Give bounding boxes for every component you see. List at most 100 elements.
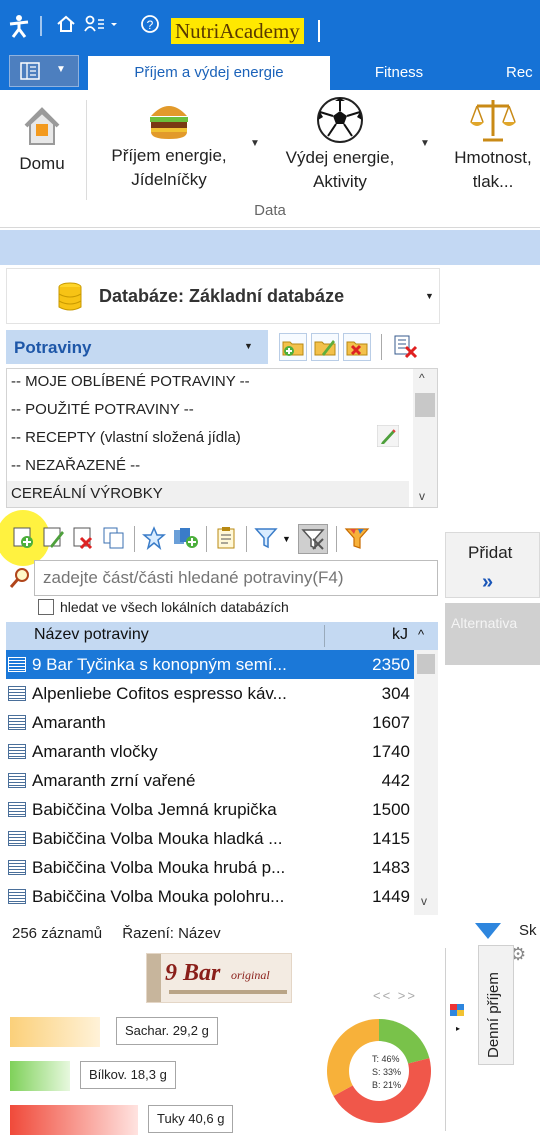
category-scrollbar[interactable]: ^ v xyxy=(413,369,437,507)
alternatives-label: Alternativa xyxy=(451,615,518,631)
table-scrollbar[interactable]: v xyxy=(414,650,438,915)
food-kj: 1500 xyxy=(372,800,410,819)
table-row[interactable]: Babiččina Volba Mouka hladká ... 1415 xyxy=(6,824,414,853)
table-row[interactable]: Amaranth vločky 1740 xyxy=(6,737,414,766)
product-sub: original xyxy=(231,968,270,982)
category-item[interactable]: -- MOJE OBLÍBENÉ POTRAVINY -- xyxy=(11,373,250,390)
favorite-star-icon[interactable] xyxy=(141,526,167,555)
food-search-input[interactable] xyxy=(35,561,437,595)
search-all-checkbox[interactable] xyxy=(38,599,54,615)
add-food-icon[interactable] xyxy=(12,526,36,555)
food-item-icon xyxy=(8,773,26,788)
output-button[interactable]: Výdej energie, Aktivity xyxy=(268,90,412,194)
record-count: 256 záznamů xyxy=(12,925,103,942)
category-item[interactable]: -- POUŽITÉ POTRAVINY -- xyxy=(11,401,194,418)
category-item[interactable]: -- NEZAŘAZENÉ -- xyxy=(11,457,140,474)
food-kj: 442 xyxy=(381,771,410,790)
add-label: Přidat xyxy=(468,543,513,562)
table-row[interactable]: 9 Bar Tyčinka s konopným semí... 2350 xyxy=(6,650,414,679)
scroll-up-icon[interactable]: ^ xyxy=(418,627,424,642)
food-search-box[interactable] xyxy=(34,560,438,596)
product-image-edge xyxy=(147,954,161,1002)
panel-layout-icon xyxy=(20,62,40,83)
color-filter-icon[interactable] xyxy=(344,526,370,557)
scroll-down-icon[interactable]: v xyxy=(421,894,427,908)
user-menu-icon[interactable] xyxy=(84,14,120,39)
arrow-down-icon[interactable] xyxy=(473,921,503,946)
donut-label-t: T: 46% xyxy=(372,1054,400,1064)
folder-edit-icon xyxy=(314,340,336,356)
food-name: Amaranth zrní vařené xyxy=(32,771,196,790)
image-pager[interactable]: << >> xyxy=(373,988,417,1003)
intake-dropdown-icon[interactable]: ▼ xyxy=(250,138,260,149)
intake-button[interactable]: Příjem energie, Jídelníčky xyxy=(96,90,242,192)
column-divider[interactable] xyxy=(324,625,325,647)
home-icon[interactable] xyxy=(56,14,76,39)
daily-intake-tab[interactable]: Denní příjem xyxy=(478,945,514,1065)
scroll-down-icon[interactable]: v xyxy=(419,489,425,503)
output-label-2: Aktivity xyxy=(313,172,367,191)
table-row[interactable]: Amaranth zrní vařené 442 xyxy=(6,766,414,795)
remove-button[interactable] xyxy=(392,333,420,361)
table-row[interactable]: Babiččina Volba Mouka polohru... 1449 xyxy=(6,882,414,911)
weight-label-1: Hmotnost, xyxy=(454,148,532,167)
edit-folder-button[interactable] xyxy=(311,333,339,361)
alternatives-button[interactable]: Alternativa xyxy=(445,603,540,665)
table-row[interactable]: Babiččina Volba Jemná krupička 1500 xyxy=(6,795,414,824)
tab-energy[interactable]: Příjem a výdej energie xyxy=(88,56,330,90)
toolbar-separator xyxy=(381,334,382,360)
add-folder-button[interactable] xyxy=(279,333,307,361)
clear-filter-icon[interactable] xyxy=(298,524,328,554)
category-list: -- MOJE OBLÍBENÉ POTRAVINY -- -- POUŽITÉ… xyxy=(6,368,438,508)
food-name: Amaranth vločky xyxy=(32,742,158,761)
ribbon: Domu Příjem energie, Jídelníčky ▼ Výdej … xyxy=(0,90,540,228)
table-row[interactable]: Alpenliebe Cofitos espresso káv... 304 xyxy=(6,679,414,708)
add-button[interactable]: Přidat » xyxy=(445,532,540,598)
tab-rec[interactable]: Rec xyxy=(506,56,540,90)
food-table: 9 Bar Tyčinka s konopným semí... 2350 Al… xyxy=(6,650,438,915)
scales-icon xyxy=(469,96,517,144)
edit-food-icon[interactable] xyxy=(42,526,66,555)
chevron-down-icon: ▼ xyxy=(244,341,253,351)
chevron-down-icon[interactable]: ▼ xyxy=(282,534,291,544)
product-image-stripe xyxy=(169,990,287,994)
home-button[interactable]: Domu xyxy=(6,90,78,176)
person-logo-icon xyxy=(8,14,30,43)
pencil-icon[interactable] xyxy=(376,424,400,452)
scroll-thumb[interactable] xyxy=(415,393,435,417)
recipe-add-icon[interactable] xyxy=(172,526,200,555)
output-dropdown-icon[interactable]: ▼ xyxy=(420,138,430,149)
table-row[interactable]: Babiččina Volba Mouka hrubá p... 1483 xyxy=(6,853,414,882)
category-item[interactable]: CEREÁLNÍ VÝROBKY xyxy=(11,485,163,502)
weight-button[interactable]: Hmotnost, tlak... xyxy=(440,90,540,194)
help-icon[interactable]: ? xyxy=(140,14,160,39)
home-label: Domu xyxy=(19,154,65,173)
food-kj: 304 xyxy=(381,684,410,703)
title-bar: ? NutriAcademy xyxy=(0,0,540,52)
chevron-right-icon[interactable]: ▸ xyxy=(456,1024,460,1033)
delete-food-icon[interactable] xyxy=(72,526,96,555)
chart-flag-icon[interactable] xyxy=(450,1004,470,1023)
category-dropdown[interactable]: Potraviny ▼ xyxy=(6,330,268,364)
delete-folder-button[interactable] xyxy=(343,333,371,361)
copy-food-icon[interactable] xyxy=(102,526,126,555)
food-kj: 1483 xyxy=(372,858,410,877)
category-item[interactable]: -- RECEPTY (vlastní složená jídla) xyxy=(11,429,241,446)
app-menu-button[interactable]: ▼ xyxy=(9,55,79,87)
chevron-down-icon: ▼ xyxy=(425,291,434,301)
column-header-name[interactable]: Název potraviny xyxy=(34,626,149,644)
title-separator xyxy=(318,20,320,42)
database-selector[interactable]: Databáze: Základní databáze ▼ xyxy=(6,268,440,324)
toolbar-separator xyxy=(206,526,207,552)
food-item-icon xyxy=(8,889,26,904)
tab-fitness[interactable]: Fitness xyxy=(362,56,436,90)
column-header-kj[interactable]: kJ xyxy=(392,626,408,644)
ribbon-group-label: Data xyxy=(254,202,286,219)
scroll-up-icon[interactable]: ^ xyxy=(419,371,425,385)
donut-label-b: B: 21% xyxy=(372,1080,401,1090)
scroll-thumb[interactable] xyxy=(417,654,435,674)
house-icon xyxy=(22,104,62,148)
clipboard-icon[interactable] xyxy=(214,526,238,555)
table-row[interactable]: Amaranth 1607 xyxy=(6,708,414,737)
filter-icon[interactable] xyxy=(254,526,278,555)
